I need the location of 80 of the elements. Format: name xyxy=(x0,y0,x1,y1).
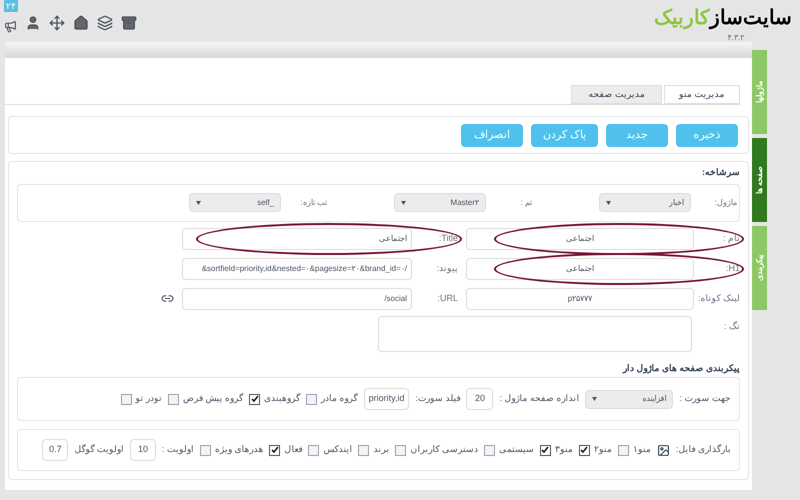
dropdown[interactable]: _self xyxy=(189,193,281,212)
caret-icon xyxy=(401,200,406,204)
tag-field[interactable] xyxy=(378,316,692,352)
check-icon xyxy=(541,446,550,454)
input-field[interactable]: /social xyxy=(182,288,412,310)
input-field[interactable]: 20 xyxy=(466,388,494,410)
field-label: H1: xyxy=(724,262,740,275)
input-field[interactable]: priority,id xyxy=(364,388,410,410)
field-label: اولویت گوگل xyxy=(74,443,124,456)
checkbox[interactable] xyxy=(358,444,370,456)
checkbox[interactable] xyxy=(308,444,320,456)
caret-icon xyxy=(592,397,598,401)
option-label: هدرهای ویژه xyxy=(214,443,264,456)
checkbox[interactable] xyxy=(120,394,132,404)
section-title: سرشاخه: xyxy=(701,166,740,180)
home-icon[interactable] xyxy=(73,14,89,30)
checkbox[interactable] xyxy=(168,394,180,404)
option-label: منو۳ xyxy=(554,443,573,456)
field-label: تگ : xyxy=(722,320,740,332)
option-label: گروهبندی xyxy=(264,392,300,406)
field-label: اندازه صفحه ماژول : xyxy=(499,392,580,406)
megaphone-icon[interactable] xyxy=(4,20,17,33)
checkbox[interactable] xyxy=(578,444,590,456)
option-label: منو۱ xyxy=(632,443,651,456)
checkbox[interactable] xyxy=(395,444,406,456)
side-tab[interactable]: صفحه ها xyxy=(752,138,767,222)
option-label: ایندکس xyxy=(323,443,352,456)
field-label: نام : xyxy=(722,232,740,246)
option-label: فعال xyxy=(284,443,302,456)
checkbox[interactable] xyxy=(269,444,280,456)
checkbox[interactable] xyxy=(200,444,211,456)
dropdown[interactable]: افزاینده xyxy=(585,390,674,408)
field-label: اولویت : xyxy=(162,443,194,456)
section-title: پیکربندی صفحه های ماژول دار xyxy=(622,362,740,375)
input-field[interactable]: 0.7 xyxy=(42,439,68,461)
option-label: گروه مادر xyxy=(321,392,358,406)
check-icon xyxy=(580,446,588,454)
checkbox[interactable] xyxy=(484,444,495,456)
input-field[interactable]: اجتماعی xyxy=(466,258,694,280)
move-icon[interactable] xyxy=(49,14,65,30)
input-field[interactable]: اجتماعی xyxy=(466,228,694,250)
field-label: جهت سورت : xyxy=(679,392,731,406)
version-text: ۴.۳.۲ xyxy=(728,32,744,44)
input-field[interactable]: 10 xyxy=(130,439,156,461)
checkbox[interactable] xyxy=(540,444,551,456)
field-label: پیوند: xyxy=(435,262,458,276)
field-label: فیلد سورت: xyxy=(415,392,460,406)
tab[interactable]: مدیریت صفحه xyxy=(571,85,662,104)
dropdown[interactable]: Master۲ xyxy=(394,193,486,212)
input-field[interactable]: p۲۵۷۷۷ xyxy=(466,288,694,310)
check-icon xyxy=(250,395,259,403)
check-icon xyxy=(270,446,279,454)
image-icon[interactable] xyxy=(656,444,670,456)
option-label: منو۲ xyxy=(594,443,612,456)
archive-icon[interactable] xyxy=(121,14,137,30)
input-field[interactable]: اجتماعی xyxy=(182,228,412,250)
option-label: دسترسی کاربران xyxy=(410,443,478,456)
caret-icon xyxy=(196,200,201,204)
field-label: لینک کوتاه: xyxy=(700,292,740,306)
option-label: سیستمی xyxy=(498,443,534,456)
option-label: گروه پیش فرض xyxy=(183,392,244,406)
field-label: بارگذاری فایل: xyxy=(676,443,731,456)
dropdown[interactable]: اخبار xyxy=(599,193,691,212)
user-icon[interactable] xyxy=(25,14,41,30)
tab[interactable]: مدیریت منو xyxy=(664,85,740,104)
notification-badge: ۲۴ xyxy=(4,0,18,12)
caret-icon xyxy=(606,200,611,204)
checkbox[interactable] xyxy=(618,444,629,456)
checkbox[interactable] xyxy=(249,394,260,404)
option-label: برند xyxy=(373,443,390,456)
stack-icon[interactable] xyxy=(97,14,113,30)
option-label: تودر تو xyxy=(136,392,162,406)
input-field[interactable]: &sortfield=priority,id&nested=۰&pagesize=۲۰&brand_id=۰/ xyxy=(182,258,412,280)
field-label: URL: xyxy=(436,292,458,305)
field-label: تم : xyxy=(520,196,532,208)
logo: سایت‌سازکاربیک xyxy=(654,6,792,32)
checkbox[interactable] xyxy=(306,394,318,404)
field-label: ماژول: xyxy=(714,196,737,208)
field-label: Title: xyxy=(438,232,458,245)
field-label: تب تازه: xyxy=(300,196,327,208)
